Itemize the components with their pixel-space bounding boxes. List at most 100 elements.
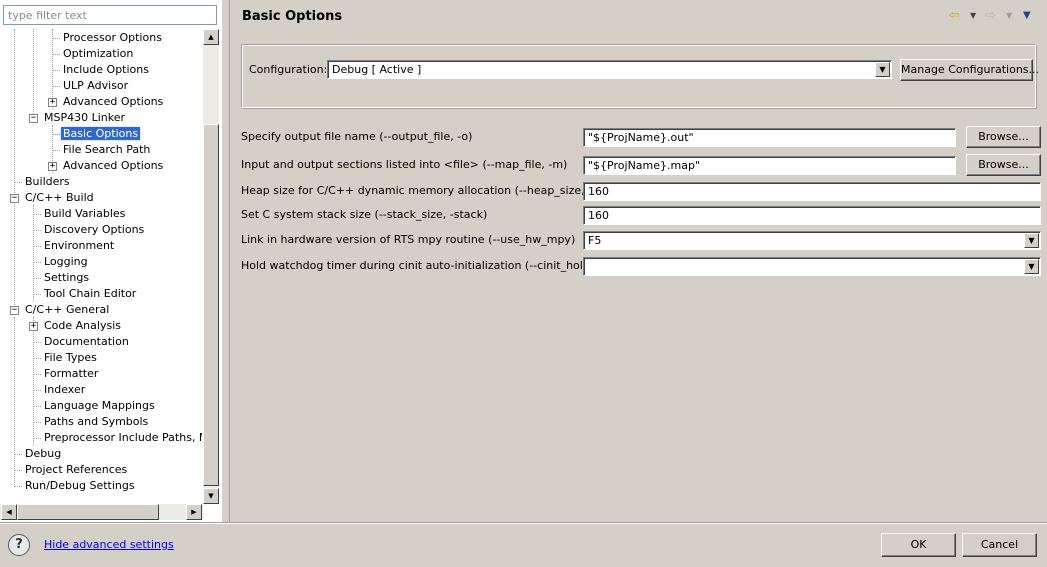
forward-arrow-icon[interactable]: ⇨ <box>985 8 996 24</box>
tree-item-label: Indexer <box>44 383 86 396</box>
tree-item-settings[interactable]: Settings <box>42 270 91 286</box>
tree-vertical-scroll-thumb[interactable] <box>203 124 219 486</box>
tree-item-label: Code Analysis <box>44 319 121 332</box>
tree-item-preprocessor-include-paths[interactable]: Preprocessor Include Paths, Mac <box>42 430 202 446</box>
tree-item-file-search-path[interactable]: File Search Path <box>61 142 152 158</box>
property-page: Basic Options ⇦ ▼ ⇨ ▼ ▼ Configuration: D… <box>231 0 1047 522</box>
tree-item-label: Advanced Options <box>63 159 164 172</box>
tree-item-label: Advanced Options <box>63 95 164 108</box>
tree-item-builders[interactable]: Builders <box>23 174 72 190</box>
tree-item-processor-options[interactable]: Processor Options <box>61 30 164 46</box>
dropdown-arrow-icon[interactable]: ▼ <box>1024 259 1039 274</box>
hw-mpy-label: Link in hardware version of RTS mpy rout… <box>241 233 576 246</box>
tree-item-discovery-options[interactable]: Discovery Options <box>42 222 146 238</box>
tree-item-label: Environment <box>44 239 115 252</box>
help-icon[interactable]: ? <box>8 534 30 556</box>
configuration-value: Debug [ Active ] <box>332 63 422 76</box>
tree-item-label: Optimization <box>63 47 134 60</box>
tree-item-label: File Types <box>44 351 97 364</box>
tree-item-include-options[interactable]: Include Options <box>61 62 151 78</box>
tree-item-tool-chain-editor[interactable]: Tool Chain Editor <box>42 286 138 302</box>
preferences-tree: Processor Options Optimization Include O… <box>0 29 202 504</box>
tree-item-cpp-general[interactable]: C/C++ General <box>23 302 111 318</box>
tree-item-logging[interactable]: Logging <box>42 254 90 270</box>
tree-item-debug[interactable]: Debug <box>23 446 63 462</box>
browse-map-file-button[interactable]: Browse... <box>966 154 1041 176</box>
expand-plus-icon[interactable]: + <box>48 162 57 171</box>
scroll-down-arrow-icon[interactable]: ▼ <box>203 488 219 504</box>
back-arrow-icon[interactable]: ⇦ <box>949 8 960 24</box>
tree-item-label: Project References <box>25 463 128 476</box>
tree-item-label: Processor Options <box>63 31 162 44</box>
tree-item-build-variables[interactable]: Build Variables <box>42 206 127 222</box>
cancel-button[interactable]: Cancel <box>962 533 1037 557</box>
tree-item-label: File Search Path <box>63 143 151 156</box>
tree-item-code-analysis[interactable]: Code Analysis <box>42 318 123 334</box>
scroll-right-arrow-icon[interactable]: ▶ <box>186 504 202 520</box>
tree-item-advanced-options[interactable]: Advanced Options <box>61 94 165 110</box>
tree-item-label: Basic Options <box>59 126 142 141</box>
tree-item-msp430-linker[interactable]: MSP430 Linker <box>42 110 127 126</box>
tree-item-formatter[interactable]: Formatter <box>42 366 100 382</box>
tree-item-label: Builders <box>25 175 70 188</box>
scroll-up-arrow-icon[interactable]: ▲ <box>203 29 219 45</box>
stack-size-label: Set C system stack size (--stack_size, -… <box>241 208 488 221</box>
tree-item-run-debug-settings[interactable]: Run/Debug Settings <box>23 478 137 494</box>
scroll-left-arrow-icon[interactable]: ◀ <box>1 504 17 520</box>
tree-item-label: ULP Advisor <box>63 79 129 92</box>
tree-item-documentation[interactable]: Documentation <box>42 334 131 350</box>
hw-mpy-value: F5 <box>588 234 602 247</box>
view-menu-icon[interactable]: ▼ <box>1023 8 1031 24</box>
map-file-input[interactable]: "${ProjName}.map" <box>583 156 956 175</box>
output-file-input[interactable]: "${ProjName}.out" <box>583 128 956 147</box>
tree-item-label: Logging <box>44 255 88 268</box>
tree-guide-line <box>14 29 15 311</box>
hide-advanced-settings-link[interactable]: Hide advanced settings <box>44 538 174 551</box>
tree-guide-line <box>14 317 15 485</box>
stack-size-input[interactable]: 160 <box>583 206 1041 225</box>
tree-item-language-mappings[interactable]: Language Mappings <box>42 398 157 414</box>
tree-item-ulp-advisor[interactable]: ULP Advisor <box>61 78 130 94</box>
tree-item-label: Language Mappings <box>44 399 155 412</box>
tree-item-label: C/C++ General <box>25 303 110 316</box>
tree-item-label: Include Options <box>63 63 149 76</box>
heap-size-label: Heap size for C/C++ dynamic memory alloc… <box>241 184 624 197</box>
ok-button[interactable]: OK <box>881 533 956 557</box>
cinit-hold-wdt-select[interactable]: ▼ <box>583 257 1041 276</box>
tree-item-advanced-options[interactable]: Advanced Options <box>61 158 165 174</box>
map-file-label: Input and output sections listed into <f… <box>241 158 568 171</box>
tree-item-basic-options[interactable]: Basic Options <box>59 126 142 142</box>
filter-input[interactable] <box>3 5 217 25</box>
tree-item-label: Debug <box>25 447 62 460</box>
expand-plus-icon[interactable]: + <box>48 98 57 107</box>
chevron-down-icon[interactable]: ▼ <box>1006 8 1012 24</box>
tree-item-environment[interactable]: Environment <box>42 238 116 254</box>
tree-item-project-references[interactable]: Project References <box>23 462 129 478</box>
dropdown-arrow-icon[interactable]: ▼ <box>875 62 890 77</box>
tree-item-label: Discovery Options <box>44 223 145 236</box>
manage-configurations-button[interactable]: Manage Configurations... <box>900 59 1039 81</box>
tree-item-label: MSP430 Linker <box>44 111 126 124</box>
hw-mpy-select[interactable]: F5 ▼ <box>583 231 1041 250</box>
collapse-minus-icon[interactable]: − <box>29 114 38 123</box>
expand-plus-icon[interactable]: + <box>29 322 38 331</box>
tree-item-label: Formatter <box>44 367 99 380</box>
tree-item-paths-and-symbols[interactable]: Paths and Symbols <box>42 414 150 430</box>
heap-size-input[interactable]: 160 <box>583 182 1041 201</box>
tree-guide-line <box>33 317 34 445</box>
tree-item-cpp-build[interactable]: C/C++ Build <box>23 190 96 206</box>
tree-item-label: Run/Debug Settings <box>25 479 135 492</box>
tree-item-file-types[interactable]: File Types <box>42 350 99 366</box>
tree-horizontal-scroll-thumb[interactable] <box>17 504 159 520</box>
page-title: Basic Options <box>242 9 343 24</box>
tree-item-indexer[interactable]: Indexer <box>42 382 87 398</box>
browse-output-file-button[interactable]: Browse... <box>966 126 1041 148</box>
configuration-select[interactable]: Debug [ Active ] ▼ <box>327 60 892 79</box>
tree-item-optimization[interactable]: Optimization <box>61 46 135 62</box>
panel-sash[interactable] <box>222 0 230 522</box>
dropdown-arrow-icon[interactable]: ▼ <box>1024 233 1039 248</box>
tree-guide-line <box>33 29 34 118</box>
chevron-down-icon[interactable]: ▼ <box>970 8 976 24</box>
collapse-minus-icon[interactable]: − <box>10 194 19 203</box>
collapse-minus-icon[interactable]: − <box>10 306 19 315</box>
